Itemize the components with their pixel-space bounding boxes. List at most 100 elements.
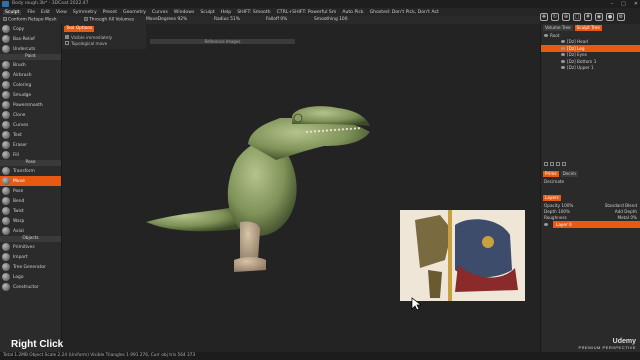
sculpt-model[interactable] [62, 24, 540, 352]
radius-slider[interactable]: Radius 51% [214, 17, 240, 22]
tab-volume-tree[interactable]: Volume Tree [543, 25, 573, 31]
opacity-slider[interactable]: Opacity 100% [544, 203, 573, 208]
tab-layers[interactable]: Layers [543, 195, 561, 201]
tool-airbrush[interactable]: Airbrush [0, 70, 61, 80]
eye-icon[interactable] [561, 46, 565, 50]
tool-clone[interactable]: Clone [0, 110, 61, 120]
menu-symmetry[interactable]: Symmetry [73, 10, 97, 15]
brush-icon [2, 61, 10, 69]
tab-sculpt-tree[interactable]: Sculpt Tree [574, 25, 602, 31]
falloff-slider[interactable]: Falloff 0% [266, 17, 287, 22]
add-depth-select[interactable]: Add Depth [615, 209, 637, 214]
airbrush-icon [2, 71, 10, 79]
tool-tree-generator[interactable]: Tree Generator [0, 262, 61, 272]
tab-prims[interactable]: Prims [543, 171, 559, 177]
menu-edit[interactable]: Edit [41, 10, 50, 15]
tool-bend[interactable]: Bend [0, 196, 61, 206]
tool-move[interactable]: Move [0, 176, 61, 186]
menu-sculpt-room[interactable]: Sculpt [3, 9, 22, 15]
tool-label: Tree Generator [13, 264, 46, 270]
tab-decim[interactable]: Decim [560, 171, 578, 177]
tool-curves[interactable]: Curves [0, 120, 61, 130]
tool-label: Smudge [13, 92, 32, 98]
sphere-icon[interactable]: ● [606, 13, 614, 21]
brush-toolbar: Conform Retopo Mesh Through All Volumes … [0, 16, 540, 24]
tool-label: Move [13, 178, 25, 184]
metal-slider[interactable]: Metal 0% [617, 215, 637, 220]
tool-powersmooth[interactable]: Powersmooth [0, 100, 61, 110]
tool-pose[interactable]: Pose [0, 186, 61, 196]
tool-primitives[interactable]: Primitives [0, 242, 61, 252]
clone-volume-icon[interactable] [550, 162, 554, 166]
layer-row[interactable]: Layer 0 [541, 220, 640, 228]
tool-smudge[interactable]: Smudge [0, 90, 61, 100]
settings-icon[interactable]: ⚙ [617, 13, 625, 21]
blend-mode-select[interactable]: Standard Blend [605, 203, 637, 208]
tool-label: Fill [13, 152, 19, 158]
eye-icon[interactable] [544, 222, 548, 226]
minimize-button[interactable]: – [611, 1, 614, 7]
tool-constructor[interactable]: Constructor [0, 282, 61, 292]
tool-label: Clone [13, 112, 26, 118]
eye-icon[interactable] [561, 59, 565, 63]
reference-image[interactable] [400, 210, 525, 301]
tool-import[interactable]: Import [0, 252, 61, 262]
tool-basrelief[interactable]: Bas-Relief [0, 34, 61, 44]
tool-copy[interactable]: Copy [0, 24, 61, 34]
eye-icon[interactable] [561, 53, 565, 57]
undercuts-icon [2, 45, 10, 53]
eye-icon[interactable] [561, 40, 565, 44]
tool-label: Powersmooth [13, 102, 43, 108]
menu-file[interactable]: File [27, 10, 35, 15]
merge-volume-icon[interactable] [562, 162, 566, 166]
menu-geometry[interactable]: Geometry [123, 10, 146, 15]
tool-axial[interactable]: Axial [0, 226, 61, 236]
smudge-icon [2, 91, 10, 99]
menu-curves[interactable]: Curves [152, 10, 168, 15]
smoothing-slider[interactable]: Smoothing 100 [314, 17, 348, 22]
delete-volume-icon[interactable] [556, 162, 560, 166]
tool-transform[interactable]: Transform [0, 166, 61, 176]
tool-label: Pose [13, 188, 24, 194]
layer-name[interactable]: Layer 0 [553, 220, 640, 228]
move-view-icon[interactable]: ✥ [540, 13, 548, 21]
tools-panel: Copy Bas-Relief Undercuts Paint Brush Air… [0, 24, 62, 352]
rotate-view-icon[interactable]: ↻ [551, 13, 559, 21]
eye-icon[interactable] [561, 66, 565, 70]
through-volumes-toggle[interactable]: Through All Volumes [84, 17, 134, 23]
camera-icon[interactable]: ◉ [595, 13, 603, 21]
menu-help[interactable]: Help [221, 10, 231, 15]
auto-pick-toggle[interactable]: Auto Pick [342, 10, 363, 15]
tool-fill[interactable]: Fill [0, 150, 61, 160]
fit-icon[interactable]: ▢ [573, 13, 581, 21]
close-button[interactable]: ✕ [634, 1, 638, 7]
tool-coloring[interactable]: Coloring [0, 80, 61, 90]
menu-sculpt[interactable]: Sculpt [200, 10, 214, 15]
tool-label: Warp [13, 218, 25, 224]
tab-tool-options[interactable]: Tool Options [64, 26, 95, 32]
maximize-button[interactable]: □ [621, 1, 626, 7]
ghosted-label[interactable]: Ghosted: Don't Pick, Don't Act [370, 10, 439, 15]
tool-logo[interactable]: Logo [0, 272, 61, 282]
menu-windows[interactable]: Windows [174, 10, 195, 15]
menu-view[interactable]: View [56, 10, 67, 15]
eye-icon[interactable] [544, 33, 548, 37]
tool-warp[interactable]: Warp [0, 216, 61, 226]
menu-preset[interactable]: Preset [103, 10, 117, 15]
conform-toggle[interactable]: Conform Retopo Mesh [3, 17, 57, 23]
tool-text[interactable]: Text [0, 130, 61, 140]
roughness-slider[interactable]: Roughness [544, 215, 567, 220]
tool-twist[interactable]: Twist [0, 206, 61, 216]
tool-undercuts[interactable]: Undercuts [0, 44, 61, 54]
add-volume-icon[interactable] [544, 162, 548, 166]
depth-opacity-slider[interactable]: Depth 100% [544, 209, 570, 214]
tree-generator-icon [2, 263, 10, 271]
depth-slider[interactable]: MoveDegrees 92% [146, 17, 187, 22]
zoom-icon[interactable]: ⊕ [562, 13, 570, 21]
3d-viewport[interactable]: Reference Images [62, 24, 540, 352]
grid-icon[interactable]: # [584, 13, 592, 21]
tool-brush[interactable]: Brush [0, 60, 61, 70]
topological-move-checkbox[interactable]: Topological move [62, 40, 146, 46]
tool-options-panel: Tool Options Visible immediately Topolog… [62, 24, 146, 49]
tool-eraser[interactable]: Eraser [0, 140, 61, 150]
